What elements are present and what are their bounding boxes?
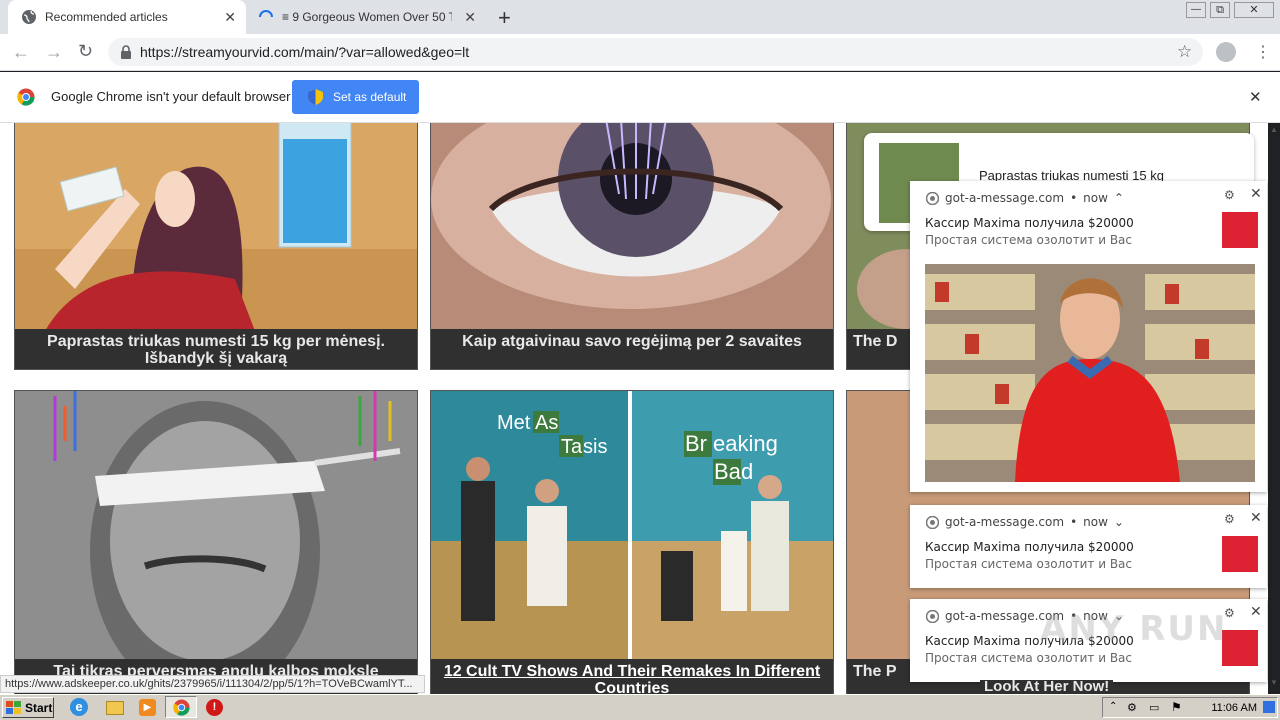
article-image (15, 123, 417, 331)
default-browser-infobar: Google Chrome isn't your default browser… (0, 72, 1280, 123)
notification-subtitle: Простая система озолотит и Вас (925, 651, 1133, 665)
tab-gorgeous-women[interactable]: ≡ 9 Gorgeous Women Over 50 That ✕ (248, 0, 486, 34)
infobar-message: Google Chrome isn't your default browser (51, 89, 291, 104)
poster-title-left-3: Ta (561, 436, 583, 458)
scroll-up-arrow[interactable]: ▲ (1268, 125, 1280, 139)
article-card[interactable]: Met As Ta sis Br eaking Ba d 12 Cult TV … (430, 390, 834, 695)
tab-title: ≡ 9 Gorgeous Women Over 50 That (282, 10, 452, 24)
poster-title-left-4: sis (583, 436, 607, 458)
notification-site: got-a-message.com (945, 515, 1065, 529)
notification-collapsed[interactable]: got-a-message.com • now ⌄ ⚙ ✕ Кассир Max… (910, 505, 1267, 588)
globe-icon (22, 10, 36, 24)
infobar-close-icon[interactable]: ✕ (1249, 88, 1262, 106)
tab-recommended-articles[interactable]: Recommended articles ✕ (8, 0, 246, 34)
clock: 11:06 AM (1211, 701, 1257, 714)
chrome-taskbar-button[interactable] (165, 696, 197, 718)
set-as-default-button[interactable]: Set as default (292, 80, 419, 114)
notification-time: now (1083, 515, 1108, 529)
monitor-icon[interactable]: ▭ (1149, 701, 1159, 714)
bottom-text-fragment: Look At Her Now! (980, 680, 1114, 694)
close-icon[interactable]: ✕ (1250, 604, 1262, 620)
media-player-icon[interactable]: ▶ (139, 699, 156, 716)
profile-avatar-icon[interactable] (1216, 42, 1236, 62)
forward-icon[interactable]: → (45, 42, 63, 63)
reload-icon[interactable]: ↻ (78, 41, 93, 62)
poster-title-right-1: Br (685, 431, 707, 456)
article-card[interactable]: Kaip atgaivinau savo regėjimą per 2 sava… (430, 123, 834, 370)
set-as-default-label: Set as default (333, 90, 407, 104)
tray-arrow-icon[interactable]: ⌃ (1109, 701, 1117, 712)
menu-icon[interactable]: ⋮ (1255, 42, 1271, 62)
tab-strip: Recommended articles ✕ ≡ 9 Gorgeous Wome… (0, 0, 1280, 34)
opera-icon[interactable]: ! (206, 699, 223, 716)
article-image: Met As Ta sis Br eaking Ba d (431, 391, 833, 659)
notification-site: got-a-message.com (945, 191, 1065, 205)
notification-header: got-a-message.com • now ⌄ (926, 515, 1124, 529)
notification-header: got-a-message.com • now ⌃ (926, 191, 1124, 205)
address-bar[interactable]: https://streamyourvid.com/main/?var=allo… (108, 38, 1203, 66)
notification-title: Кассир Maxima получила $20000 (925, 540, 1134, 554)
article-image (15, 391, 417, 659)
loading-spinner-icon (259, 10, 273, 18)
status-bubble: https://www.adskeeper.co.uk/ghits/237996… (0, 675, 425, 693)
windows-logo-icon (6, 700, 21, 714)
article-card[interactable]: Paprastas triukas numesti 15 kg per mėne… (14, 123, 418, 370)
new-tab-button[interactable]: + (498, 5, 511, 31)
notification-thumbnail (1222, 536, 1258, 572)
poster-title-left-1: Met (497, 412, 531, 434)
article-caption: Paprastas triukas numesti 15 kg per mėne… (15, 329, 417, 369)
scroll-down-arrow[interactable]: ▼ (1268, 678, 1280, 692)
start-button[interactable]: Start (2, 697, 54, 718)
chrome-logo-icon (926, 609, 939, 623)
notification-collapsed[interactable]: got-a-message.com • now ⌄ ⚙ ✕ Кассир Max… (910, 599, 1267, 682)
poster-title-right-3: Ba (714, 459, 742, 484)
flag-icon[interactable]: ⚑ (1171, 700, 1182, 714)
notification-subtitle: Простая система озолотит и Вас (925, 233, 1133, 247)
gear-icon[interactable]: ⚙ (1224, 512, 1235, 526)
show-desktop-icon[interactable] (1263, 701, 1275, 713)
folder-icon[interactable] (106, 701, 124, 715)
separator-dot: • (1070, 515, 1078, 529)
article-caption: 12 Cult TV Shows And Their Remakes In Di… (431, 659, 833, 695)
poster-title-right-4: d (741, 459, 753, 484)
system-tray: ⌃ ⚙ ▭ ⚑ 11:06 AM (1102, 697, 1278, 718)
article-caption-link[interactable]: 12 Cult TV Shows And Their Remakes In Di… (444, 663, 820, 695)
article-caption: Kaip atgaivinau savo regėjimą per 2 sava… (431, 329, 833, 369)
back-icon[interactable]: ← (12, 42, 30, 63)
article-card[interactable]: Tai tikras perversmas anglų kalbos moksl… (14, 390, 418, 695)
bookmark-star-icon[interactable]: ☆ (1177, 42, 1192, 62)
minimize-button[interactable]: — (1186, 2, 1206, 18)
lock-icon (121, 45, 131, 59)
chevron-down-icon[interactable]: ⌄ (1114, 515, 1124, 529)
poster-title-right-2: eaking (713, 431, 778, 456)
window-close-button[interactable]: ✕ (1234, 2, 1274, 18)
start-label: Start (25, 700, 53, 715)
notification-thumbnail (1222, 212, 1258, 248)
close-icon[interactable]: ✕ (1250, 186, 1262, 202)
restore-button[interactable]: ⧉ (1210, 2, 1230, 18)
close-icon[interactable]: ✕ (1250, 510, 1262, 526)
notification-image (925, 264, 1255, 482)
chrome-logo-icon (17, 88, 35, 106)
gear-icon[interactable]: ⚙ (1224, 188, 1235, 202)
url-text: https://streamyourvid.com/main/?var=allo… (140, 44, 470, 60)
tab-close-icon[interactable]: ✕ (224, 9, 236, 26)
separator-dot: • (1070, 191, 1078, 205)
chrome-logo-icon (926, 515, 939, 529)
watermark: ANY RUN (1040, 609, 1228, 649)
notification-subtitle: Простая система озолотит и Вас (925, 557, 1133, 571)
tab-close-icon[interactable]: ✕ (464, 9, 476, 26)
uac-shield-icon (308, 89, 323, 105)
poster-title-left-2: As (535, 412, 558, 434)
notification-title: Кассир Maxima получила $20000 (925, 216, 1134, 230)
tab-title: Recommended articles (45, 10, 168, 24)
chrome-logo-icon (926, 191, 939, 205)
chrome-logo-icon (173, 699, 190, 716)
network-icon[interactable]: ⚙ (1127, 701, 1137, 714)
notification-time: now (1083, 191, 1108, 205)
ie-icon[interactable]: e (70, 698, 88, 716)
chevron-up-icon[interactable]: ⌃ (1114, 191, 1124, 205)
article-image (431, 123, 833, 331)
notification-expanded[interactable]: got-a-message.com • now ⌃ ⚙ ✕ Кассир Max… (910, 181, 1267, 492)
